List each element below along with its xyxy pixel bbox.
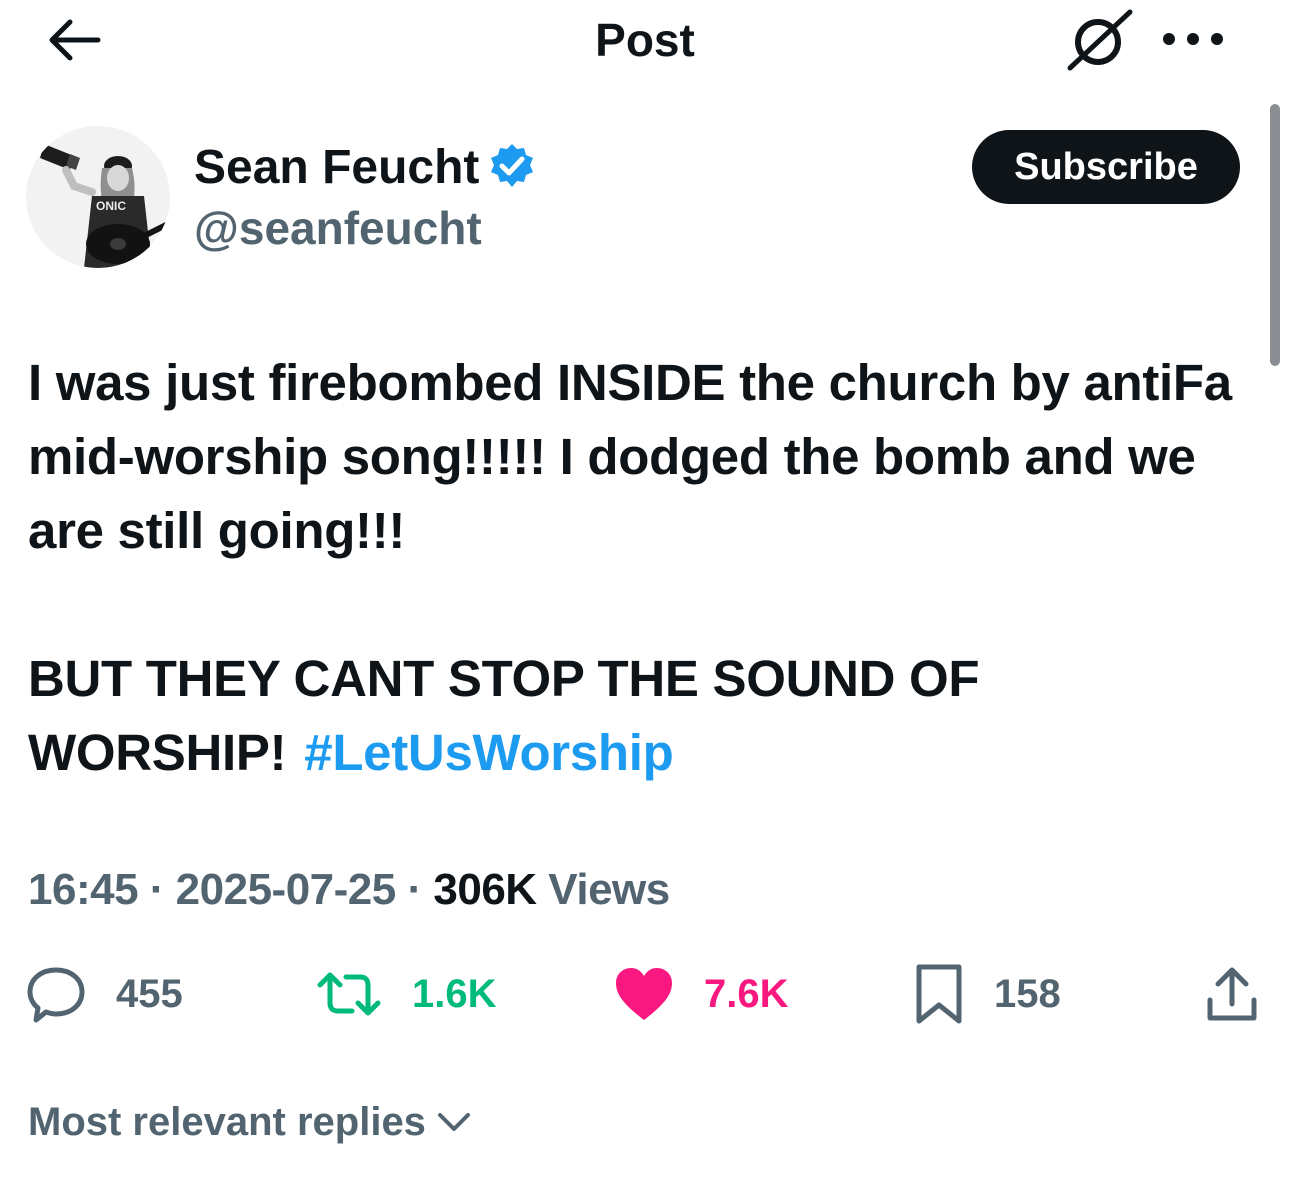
post-date[interactable]: 2025-07-25 [176,865,397,914]
avatar[interactable]: ONIC [26,126,170,268]
post-paragraph: BUT THEY CANT STOP THE SOUND OF WORSHIP!… [28,642,1268,790]
chevron-down-icon [437,1113,470,1131]
repost-count: 1.6K [412,971,497,1016]
post-text: I was just firebombed INSIDE the church … [28,346,1268,790]
repost-icon [317,972,381,1016]
post-time[interactable]: 16:45 [28,865,139,914]
post-metadata: 16:45 · 2025-07-25 · 306K Views [28,862,670,918]
avatar-image: ONIC [26,126,170,268]
bookmark-count: 158 [994,971,1061,1016]
separator: · [149,865,165,914]
share-icon [1207,967,1257,1021]
like-button[interactable]: 7.6K [614,960,789,1028]
reply-button[interactable]: 455 [26,960,183,1028]
hashtag-link[interactable]: #LetUsWorship [304,724,674,781]
like-count: 7.6K [704,971,789,1016]
verified-badge-icon [488,142,536,190]
author-name[interactable]: Sean Feucht [194,140,479,196]
heart-filled-icon [616,968,672,1020]
reply-icon [27,967,85,1023]
share-button[interactable] [1204,960,1260,1028]
reply-count: 455 [116,971,183,1016]
author-handle[interactable]: @seanfeucht [194,200,482,256]
svg-text:ONIC: ONIC [96,199,126,213]
views-label: Views [548,865,670,914]
bookmark-icon [916,964,962,1024]
bookmark-button[interactable]: 158 [914,960,1061,1028]
post-paragraph: I was just firebombed INSIDE the church … [28,354,1232,559]
views-count: 306K [433,865,537,914]
grok-button[interactable] [1064,6,1136,72]
replies-sort-dropdown[interactable]: Most relevant replies [28,1094,474,1150]
separator: · [407,865,422,914]
more-button[interactable] [1160,24,1226,54]
subscribe-button[interactable]: Subscribe [972,130,1240,204]
more-horizontal-icon [1163,33,1223,45]
grok-icon [1067,9,1133,71]
repost-button[interactable]: 1.6K [316,960,497,1028]
scrollbar[interactable] [1270,104,1280,366]
replies-sort-label: Most relevant replies [28,1100,426,1144]
